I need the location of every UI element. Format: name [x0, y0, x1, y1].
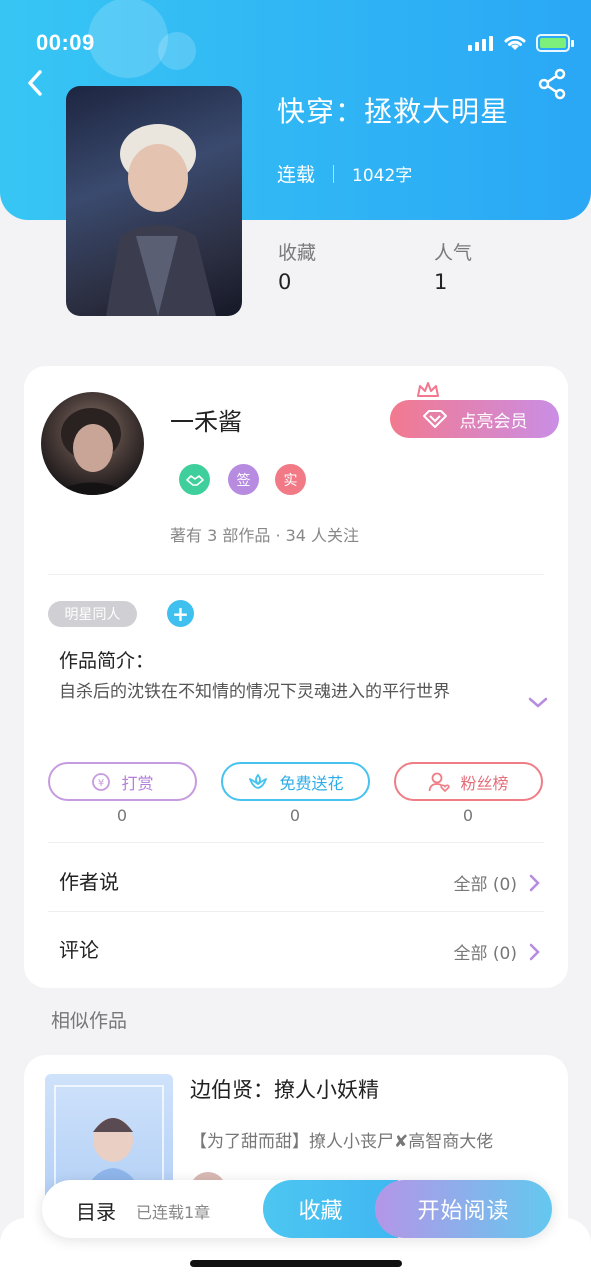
chapter-count: 已连载1章 — [136, 1203, 211, 1222]
intro-label: 作品简介： — [59, 650, 155, 672]
share-icon[interactable] — [536, 68, 568, 100]
battery-icon — [536, 34, 574, 52]
vip-button[interactable]: 点亮会员 — [390, 400, 559, 438]
author-says-count: 全部 (0) — [453, 875, 517, 895]
author-name[interactable]: 一禾酱 — [170, 402, 242, 437]
back-icon[interactable] — [22, 66, 52, 100]
send-flower-button[interactable]: 免费送花 — [221, 762, 370, 801]
divider — [48, 842, 544, 843]
tip-button[interactable]: ¥ 打赏 — [48, 762, 197, 801]
fan-ranking-button[interactable]: 粉丝榜 — [394, 762, 543, 801]
start-reading-button[interactable]: 开始阅读 — [375, 1180, 552, 1238]
similar-work-desc: 【为了甜而甜】撩人小丧尸✘高智商大佬 — [190, 1132, 494, 1152]
book-status: 连载 — [277, 164, 316, 186]
crown-icon — [417, 382, 439, 397]
flower-icon — [249, 773, 268, 789]
comments-label[interactable]: 评论 — [59, 934, 99, 963]
add-tag-button[interactable]: + — [167, 600, 194, 627]
meta-divider — [333, 164, 335, 183]
stat-value-popularity: 1 — [434, 270, 448, 294]
book-cover[interactable] — [66, 86, 242, 316]
home-indicator[interactable] — [190, 1260, 402, 1267]
svg-text:¥: ¥ — [98, 778, 104, 789]
yen-coin-icon: ¥ — [92, 772, 111, 791]
intro-text: 自杀后的沈铁在不知情的情况下灵魂进入的平行世界 — [59, 682, 450, 702]
send-flower-label: 免费送花 — [279, 773, 344, 793]
stat-value-favorites: 0 — [278, 270, 292, 294]
book-meta: 连载 1042字 — [277, 160, 412, 187]
toc-button[interactable]: 目录 — [76, 1196, 116, 1225]
user-heart-icon — [429, 772, 451, 792]
divider — [48, 574, 544, 575]
wifi-icon — [504, 35, 526, 50]
tip-label: 打赏 — [121, 773, 154, 793]
book-title: 快穿：拯救大明星 — [277, 95, 510, 128]
status-time: 00:09 — [36, 30, 95, 55]
vip-button-label: 点亮会员 — [459, 411, 528, 432]
stat-label-popularity: 人气 — [434, 242, 473, 264]
fan-ranking-label: 粉丝榜 — [460, 773, 509, 793]
genre-tag[interactable]: 明星同人 — [48, 601, 137, 627]
start-reading-label: 开始阅读 — [417, 1199, 510, 1224]
collect-button-label: 收藏 — [298, 1199, 343, 1224]
stat-label-favorites: 收藏 — [278, 242, 317, 264]
divider — [48, 911, 544, 912]
status-bar: 00:09 — [0, 0, 591, 88]
flower-count: 0 — [289, 806, 301, 825]
word-count: 1042字 — [352, 166, 413, 186]
chevron-right-icon — [529, 943, 540, 960]
diamond-icon — [422, 410, 447, 428]
signal-icon — [468, 36, 493, 51]
fan-count: 0 — [462, 806, 474, 825]
author-avatar[interactable] — [41, 392, 144, 495]
author-says-all-link[interactable]: 全部 (0) — [454, 870, 541, 895]
comments-all-link[interactable]: 全部 (0) — [454, 939, 541, 964]
tip-count: 0 — [116, 806, 128, 825]
author-follow-info: 著有 3 部作品 · 34 人关注 — [170, 526, 360, 545]
similar-works-heading: 相似作品 — [51, 1010, 128, 1032]
author-says-label[interactable]: 作者说 — [59, 866, 119, 895]
verified-badge: 实 — [275, 464, 306, 495]
similar-work-title[interactable]: 边伯贤：撩人小妖精 — [190, 1074, 379, 1104]
comments-count: 全部 (0) — [453, 944, 517, 964]
signed-badge: 签 — [228, 464, 259, 495]
chevron-right-icon — [529, 874, 540, 891]
handshake-badge-icon — [179, 464, 210, 495]
chevron-down-icon[interactable] — [527, 696, 549, 710]
